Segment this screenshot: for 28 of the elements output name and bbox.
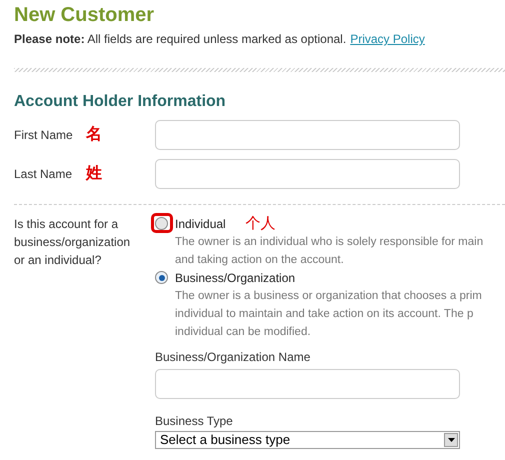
option-description: and taking action on the account. xyxy=(175,253,345,268)
page-title: New Customer xyxy=(14,3,156,28)
field-label: Business/Organization Name xyxy=(155,349,312,365)
field-label: Last Name xyxy=(14,166,74,182)
radio-button[interactable] xyxy=(155,217,168,230)
field-label: First Name xyxy=(14,126,74,144)
option-description: individual can be modified. xyxy=(175,325,312,340)
text-field[interactable] xyxy=(155,369,460,399)
question-text: business/organization xyxy=(14,234,132,251)
privacy-policy-link[interactable]: Privacy Policy xyxy=(350,30,425,48)
question-text: or an individual? xyxy=(14,252,102,269)
question-text: Is this account for a xyxy=(14,216,120,233)
field-label: Business Type xyxy=(155,413,234,429)
annotation-text: 个人 xyxy=(246,214,276,234)
option-description: The owner is an individual who is solely responsible for main xyxy=(175,235,484,250)
caret-icon xyxy=(444,433,458,447)
text-field[interactable] xyxy=(155,158,460,188)
radio-label[interactable]: Individual xyxy=(175,215,226,233)
note-text: Please note: All fields are required unless marked as optional. xyxy=(14,31,346,48)
text-field[interactable] xyxy=(155,120,460,150)
option-description: The owner is a business or organization that chooses a prim xyxy=(175,289,482,304)
radio-label[interactable]: Business/Organization xyxy=(175,269,296,287)
annotation-text: 名 xyxy=(86,124,103,144)
section-heading: Account Holder Information xyxy=(14,92,227,112)
annotation-text: 姓 xyxy=(86,164,103,184)
radio-button[interactable] xyxy=(155,271,168,284)
option-description: individual to maintain and take action on its account. The p xyxy=(175,307,474,322)
business-type-select[interactable]: Select a business type xyxy=(155,431,460,449)
